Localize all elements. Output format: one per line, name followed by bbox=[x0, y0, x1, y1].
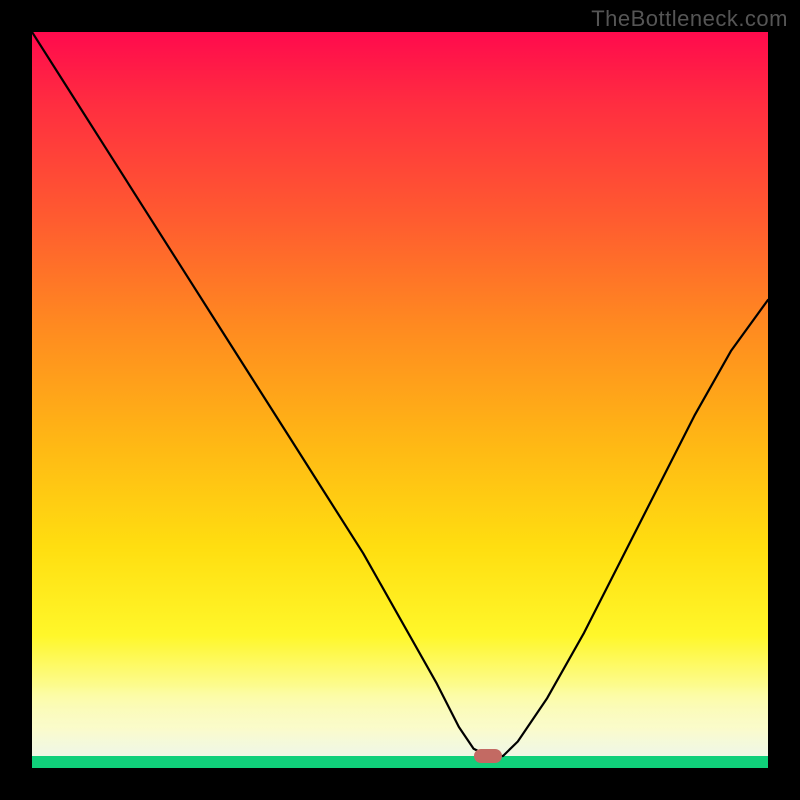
plot-area bbox=[32, 32, 768, 768]
watermark-text: TheBottleneck.com bbox=[591, 6, 788, 32]
minimum-marker bbox=[474, 749, 502, 763]
bottleneck-curve bbox=[32, 32, 768, 768]
chart-frame: TheBottleneck.com bbox=[0, 0, 800, 800]
